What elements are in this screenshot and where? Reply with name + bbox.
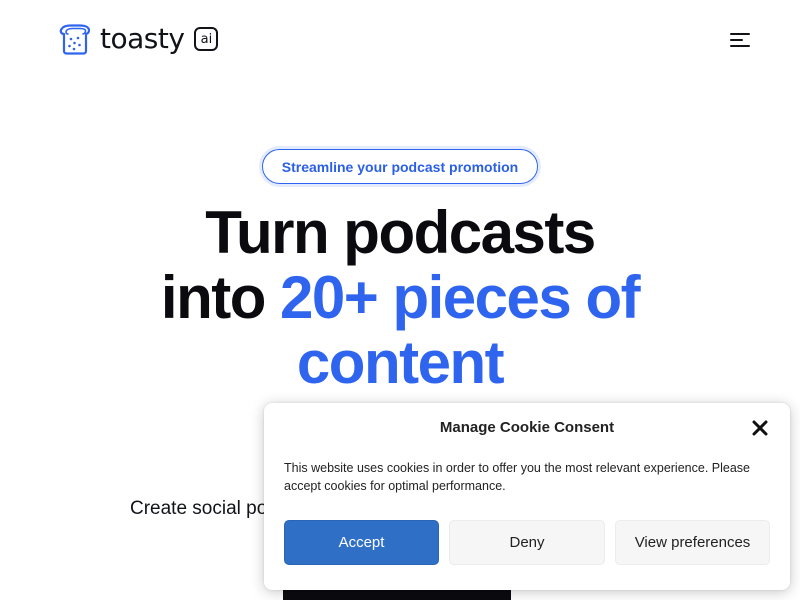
logo-wordmark: toasty bbox=[100, 22, 185, 55]
cookie-modal-title: Manage Cookie Consent bbox=[439, 419, 615, 436]
accept-button[interactable]: Accept bbox=[284, 520, 439, 565]
cookie-modal-body: This website uses cookies in order to of… bbox=[284, 461, 750, 493]
view-preferences-button[interactable]: View preferences bbox=[615, 520, 770, 565]
hamburger-menu-icon[interactable] bbox=[728, 30, 752, 50]
headline-line-3: content bbox=[296, 329, 505, 396]
hero-subtext: Create social po bbox=[130, 498, 268, 519]
close-icon[interactable] bbox=[749, 417, 771, 439]
site-header: toasty ai bbox=[0, 0, 800, 80]
cookie-consent-modal: Manage Cookie Consent This website uses … bbox=[264, 403, 790, 590]
headline-accent-text: 20+ pieces of bbox=[280, 264, 641, 331]
headline-line-2: into 20+ pieces of bbox=[0, 265, 800, 330]
toasty-logo[interactable]: toasty ai bbox=[58, 22, 219, 56]
headline-plain-text: into bbox=[160, 264, 281, 331]
toast-bread-icon bbox=[59, 24, 91, 55]
deny-button[interactable]: Deny bbox=[449, 520, 605, 565]
podcast-promotion-pill[interactable]: Streamline your podcast promotion bbox=[262, 149, 538, 184]
logo-ai-badge: ai bbox=[194, 27, 219, 51]
headline-line-1: Turn podcasts bbox=[205, 199, 596, 266]
